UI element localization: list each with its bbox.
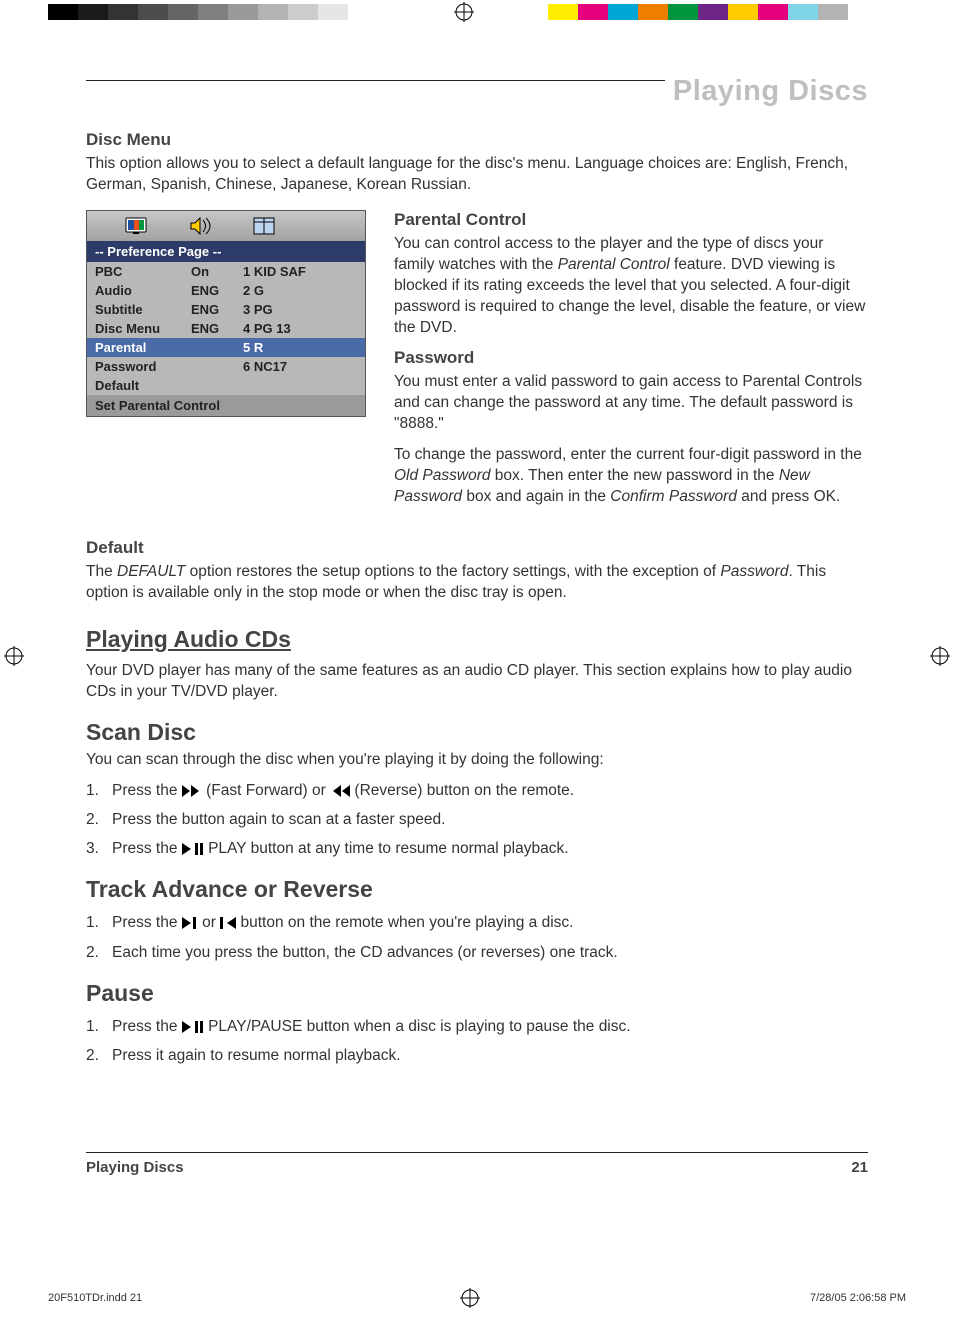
swatch: [108, 4, 138, 20]
swatch: [578, 4, 608, 20]
footer-left: Playing Discs: [86, 1159, 184, 1176]
pref-row: SubtitleENG3 PG: [87, 300, 365, 319]
window-icon: [253, 217, 275, 235]
play-pause-icon: [182, 1021, 204, 1033]
scan-disc-intro: You can scan through the disc when you'r…: [86, 750, 868, 771]
swatch: [728, 4, 758, 20]
list-item: Press the PLAY/PAUSE button when a disc …: [86, 1015, 868, 1038]
parental-control-heading: Parental Control: [394, 210, 868, 230]
parental-control-para: You can control access to the player and…: [394, 234, 868, 339]
play-pause-icon: [182, 843, 204, 855]
list-item: Press the PLAY button at any time to res…: [86, 837, 868, 860]
fast-forward-icon: [182, 785, 202, 797]
preference-page-box: -- Preference Page -- PBCOn1 KID SAFAudi…: [86, 210, 366, 417]
slug-file: 20F510TDr.indd 21: [48, 1292, 142, 1304]
list-item: Press the (Fast Forward) or (Reverse) bu…: [86, 779, 868, 802]
pref-title: -- Preference Page --: [87, 241, 365, 262]
swatch: [78, 4, 108, 20]
swatch: [228, 4, 258, 20]
pref-row: AudioENG2 G: [87, 281, 365, 300]
registration-mark-icon: [4, 646, 24, 666]
playing-audio-cds-heading: Playing Audio CDs: [86, 626, 868, 653]
page-header-title: Playing Discs: [665, 75, 868, 108]
ui-tab-icons: [87, 211, 365, 241]
pref-footer: Set Parental Control: [87, 395, 365, 416]
print-slug: 20F510TDr.indd 21 7/28/05 2:06:58 PM: [48, 1292, 906, 1304]
swatch: [198, 4, 228, 20]
page-footer: Playing Discs 21: [86, 1152, 868, 1176]
swatch: [348, 4, 378, 20]
password-para-1: You must enter a valid password to gain …: [394, 372, 868, 435]
slug-date: 7/28/05 2:06:58 PM: [810, 1292, 906, 1304]
swatch: [638, 4, 668, 20]
pref-row: Disc MenuENG4 PG 13: [87, 319, 365, 338]
page-body: Playing Discs Disc Menu This option allo…: [86, 80, 868, 1200]
registration-mark-icon: [930, 646, 950, 666]
monitor-icon: [125, 217, 147, 235]
password-para-2: To change the password, enter the curren…: [394, 445, 868, 508]
pause-steps: Press the PLAY/PAUSE button when a disc …: [86, 1015, 868, 1068]
swatch: [788, 4, 818, 20]
password-heading: Password: [394, 348, 868, 368]
disc-menu-heading: Disc Menu: [86, 130, 868, 150]
swatch: [138, 4, 168, 20]
track-steps: Press the or button on the remote when y…: [86, 911, 868, 964]
page-header: Playing Discs: [86, 80, 868, 112]
registration-mark-icon: [454, 2, 474, 22]
pref-row: Password6 NC17: [87, 357, 365, 376]
rewind-icon: [330, 785, 350, 797]
swatch: [258, 4, 288, 20]
scan-disc-heading: Scan Disc: [86, 719, 868, 746]
list-item: Press the button again to scan at a fast…: [86, 808, 868, 831]
swatch: [548, 4, 578, 20]
pref-row: Parental5 R: [87, 338, 365, 357]
speaker-icon: [189, 217, 211, 235]
swatch: [668, 4, 698, 20]
playing-audio-cds-para: Your DVD player has many of the same fea…: [86, 661, 868, 703]
track-advance-heading: Track Advance or Reverse: [86, 876, 868, 903]
swatch: [168, 4, 198, 20]
print-color-bar: [0, 0, 954, 28]
disc-menu-para: This option allows you to select a defau…: [86, 154, 868, 196]
swatch: [318, 4, 348, 20]
footer-page-number: 21: [851, 1159, 868, 1176]
swatch: [818, 4, 848, 20]
swatch: [608, 4, 638, 20]
swatch: [758, 4, 788, 20]
scan-steps: Press the (Fast Forward) or (Reverse) bu…: [86, 779, 868, 861]
list-item: Press the or button on the remote when y…: [86, 911, 868, 934]
default-heading: Default: [86, 538, 868, 558]
list-item: Press it again to resume normal playback…: [86, 1044, 868, 1067]
pref-row: Default: [87, 376, 365, 395]
next-track-icon: [182, 917, 198, 929]
swatch: [48, 4, 78, 20]
default-para: The DEFAULT option restores the setup op…: [86, 562, 868, 604]
pause-heading: Pause: [86, 980, 868, 1007]
swatch: [698, 4, 728, 20]
swatch: [288, 4, 318, 20]
list-item: Each time you press the button, the CD a…: [86, 941, 868, 964]
prev-track-icon: [220, 917, 236, 929]
pref-row: PBCOn1 KID SAF: [87, 262, 365, 281]
